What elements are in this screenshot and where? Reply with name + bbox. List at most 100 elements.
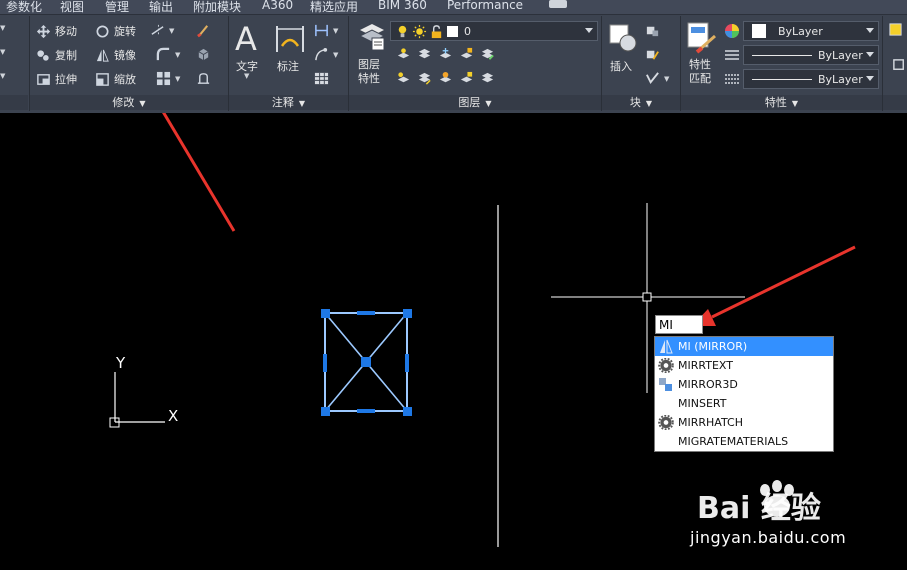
grip[interactable] bbox=[403, 309, 412, 318]
autocomplete-item-mirrtext[interactable]: MIRRTEXT bbox=[655, 356, 833, 375]
table-icon bbox=[314, 72, 329, 85]
scale-button[interactable]: 缩放 bbox=[95, 71, 136, 87]
group-edit-icon bbox=[893, 59, 904, 70]
trim-button[interactable]: ▼ bbox=[150, 23, 174, 38]
tab-overflow-button[interactable] bbox=[549, 0, 567, 8]
dimension-button[interactable]: 标注 bbox=[272, 20, 308, 82]
draw-tool-fragment-2[interactable]: ▼ bbox=[0, 48, 5, 56]
autocomplete-item-mirror[interactable]: MI (MIRROR) bbox=[655, 337, 833, 356]
text-button[interactable]: A 文字 ▼ bbox=[232, 20, 264, 82]
grip[interactable] bbox=[357, 409, 375, 413]
mirror3d-icon bbox=[659, 378, 672, 391]
move-button[interactable]: 移动 bbox=[36, 23, 77, 39]
modify-panel-footer[interactable]: 修改 ▼ bbox=[30, 95, 228, 110]
grip[interactable] bbox=[403, 407, 412, 416]
tab-addins[interactable]: 附加模块 bbox=[193, 0, 241, 15]
color-dropdown[interactable]: ByLayer bbox=[743, 21, 879, 41]
layer-lock-icon bbox=[460, 47, 473, 59]
scale-icon bbox=[96, 72, 109, 86]
autocomplete-item-mirror3d[interactable]: MIRROR3D bbox=[655, 375, 833, 394]
layer-tools-row-2[interactable] bbox=[396, 71, 495, 86]
draw-tool-fragment-3[interactable]: ▼ bbox=[0, 72, 5, 80]
layers-panel-footer[interactable]: 图层 ▼ bbox=[349, 95, 601, 110]
block-panel-footer[interactable]: 块 ▼ bbox=[602, 95, 680, 110]
grip[interactable] bbox=[321, 407, 330, 416]
grip[interactable] bbox=[361, 357, 371, 367]
layer-dropdown[interactable]: 0 bbox=[390, 21, 598, 41]
leader-button[interactable]: ▼ bbox=[314, 47, 338, 62]
unlock-icon bbox=[431, 24, 442, 38]
group-panel-footer-fragment[interactable] bbox=[883, 95, 907, 110]
svg-text:A: A bbox=[235, 20, 257, 54]
insert-block-button[interactable]: 插入 bbox=[606, 20, 640, 80]
tab-a360[interactable]: A360 bbox=[262, 0, 293, 12]
gear-icon bbox=[658, 415, 674, 430]
table-button[interactable] bbox=[314, 71, 329, 86]
tab-parametric[interactable]: 参数化 bbox=[6, 0, 42, 15]
tab-performance[interactable]: Performance bbox=[447, 0, 523, 12]
move-icon bbox=[36, 24, 51, 38]
create-block-button[interactable] bbox=[645, 23, 660, 38]
lineweight-value: ByLayer bbox=[818, 48, 863, 62]
watermark-url: jingyan.baidu.com bbox=[690, 528, 847, 547]
linear-dimension-icon bbox=[315, 24, 328, 37]
grip[interactable] bbox=[405, 354, 409, 372]
layer-on-icon bbox=[397, 72, 410, 83]
autocomplete-label: MINSERT bbox=[678, 397, 727, 410]
tab-output[interactable]: 输出 bbox=[149, 0, 173, 15]
draw-tool-fragment-1[interactable]: ▼ bbox=[0, 24, 5, 32]
mirror-label: 镜像 bbox=[114, 49, 136, 62]
tab-manage[interactable]: 管理 bbox=[105, 0, 129, 15]
dimension-large-icon bbox=[276, 26, 304, 52]
layer-tools-row-1[interactable] bbox=[396, 47, 495, 62]
tab-featured-apps[interactable]: 精选应用 bbox=[310, 0, 358, 15]
draw-panel-footer-fragment[interactable] bbox=[0, 95, 28, 110]
trim-icon bbox=[151, 24, 164, 37]
explode-button[interactable] bbox=[196, 47, 211, 62]
fillet-button[interactable]: ▼ bbox=[156, 47, 180, 62]
copy-icon bbox=[37, 49, 50, 62]
group-button-fragment[interactable] bbox=[888, 22, 903, 37]
layer-properties-label: 图层 特性 bbox=[358, 58, 380, 85]
linetype-dropdown[interactable]: ByLayer bbox=[743, 69, 879, 89]
text-large-icon: A bbox=[235, 20, 257, 54]
offset-button[interactable] bbox=[196, 71, 211, 86]
copy-button[interactable]: 复制 bbox=[36, 47, 77, 63]
group-tool-fragment[interactable] bbox=[892, 58, 907, 73]
gear-icon bbox=[658, 358, 674, 373]
layer-properties-button[interactable]: 图层 特性 bbox=[354, 20, 388, 94]
rotate-button[interactable]: 旋转 bbox=[95, 23, 136, 39]
autocomplete-item-mirrhatch[interactable]: MIRRHATCH bbox=[655, 413, 833, 432]
selected-object[interactable] bbox=[321, 309, 412, 416]
grip[interactable] bbox=[321, 309, 330, 318]
brush-icon bbox=[197, 25, 209, 38]
annotation-panel-footer[interactable]: 注释 ▼ bbox=[229, 95, 348, 110]
match-properties-button[interactable]: 特性 匹配 bbox=[684, 20, 720, 94]
linear-dim-button[interactable]: ▼ bbox=[314, 23, 338, 38]
annotation-arrow-ribbon bbox=[162, 113, 236, 232]
grip[interactable] bbox=[357, 311, 375, 315]
lightbulb-icon bbox=[398, 25, 407, 37]
fillet-icon bbox=[156, 47, 170, 61]
move-label: 移动 bbox=[55, 25, 77, 38]
dynamic-command-input[interactable] bbox=[655, 315, 703, 334]
mirror-button[interactable]: 镜像 bbox=[95, 47, 136, 63]
properties-panel-footer[interactable]: 特性 ▼ bbox=[681, 95, 882, 110]
grip[interactable] bbox=[323, 354, 327, 372]
current-layer-name: 0 bbox=[464, 24, 471, 38]
block-attributes-button[interactable]: ▼ bbox=[645, 71, 669, 86]
tab-view[interactable]: 视图 bbox=[60, 0, 84, 15]
ucs-y-label: Y bbox=[115, 354, 126, 372]
command-autocomplete-list[interactable]: MI (MIRROR) MIRRTEXT MIRROR3D MINSERT MI… bbox=[654, 336, 834, 452]
stretch-button[interactable]: 拉伸 bbox=[36, 71, 77, 87]
autocomplete-item-minsert[interactable]: MINSERT bbox=[655, 394, 833, 413]
edit-block-button[interactable] bbox=[645, 47, 660, 62]
autocomplete-item-migratematerials[interactable]: MIGRATEMATERIALS bbox=[655, 432, 833, 451]
ribbon-tab-bar: 参数化 视图 管理 输出 附加模块 A360 精选应用 BIM 360 Perf… bbox=[0, 0, 907, 14]
lineweight-dropdown[interactable]: ByLayer bbox=[743, 45, 879, 65]
tab-bim360[interactable]: BIM 360 bbox=[378, 0, 427, 12]
erase-button[interactable] bbox=[196, 23, 211, 38]
lineweight-icon bbox=[725, 50, 739, 60]
array-button[interactable]: ▼ bbox=[156, 71, 180, 86]
autocomplete-label: MIRRHATCH bbox=[678, 416, 743, 429]
